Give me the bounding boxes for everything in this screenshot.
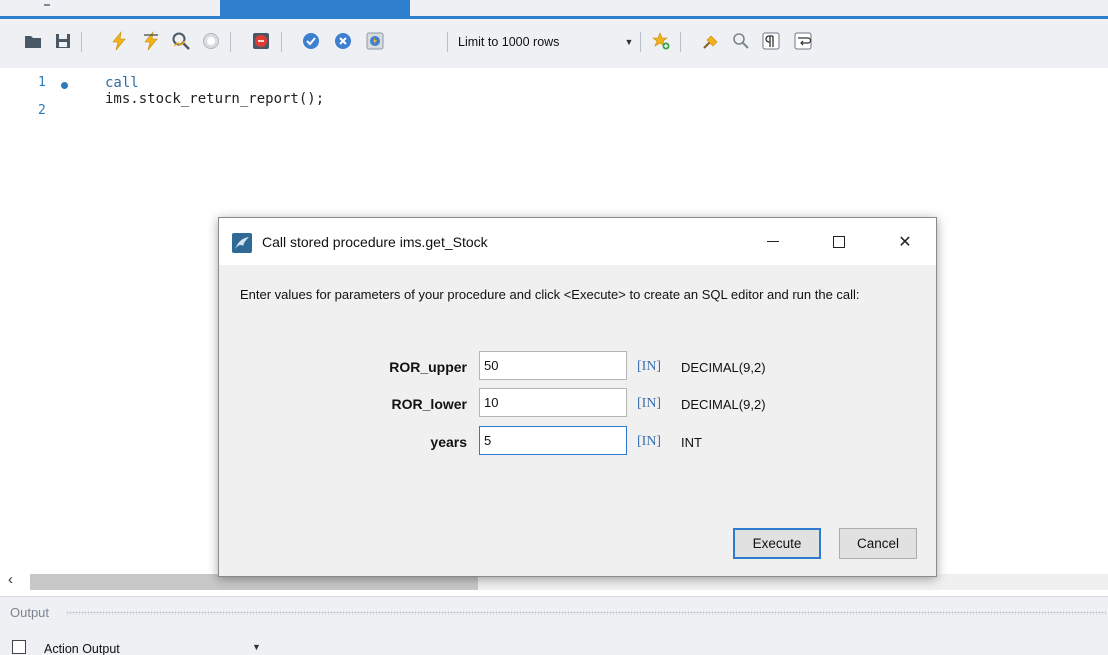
line-number: 1 xyxy=(38,75,46,90)
row-limit-value: Limit to 1000 rows xyxy=(458,35,560,49)
param-direction: [IN] xyxy=(637,359,662,374)
chevron-down-icon: ▼ xyxy=(624,37,634,47)
execute-current-icon[interactable] xyxy=(140,30,162,52)
minimize-icon xyxy=(767,241,779,242)
param-type: DECIMAL(9,2) xyxy=(681,397,766,412)
toolbar-separator xyxy=(640,32,641,52)
open-folder-icon[interactable] xyxy=(22,30,44,52)
chevron-down-icon[interactable]: ▼ xyxy=(252,642,261,652)
close-button[interactable]: ✕ xyxy=(882,218,928,265)
row-limit-select[interactable]: Limit to 1000 rows ▼ xyxy=(458,32,636,52)
toolbar-separator xyxy=(447,32,448,52)
param-input-ror-lower[interactable] xyxy=(479,388,627,417)
rollback-x-icon[interactable] xyxy=(332,30,354,52)
statement-marker-icon xyxy=(61,82,68,89)
dialog-title: Call stored procedure ims.get_Stock xyxy=(262,234,488,250)
active-query-tab[interactable] xyxy=(220,0,410,16)
code-rest: ims.stock_return_report(); xyxy=(105,91,325,107)
maximize-icon xyxy=(833,235,845,248)
output-panel-header: Output xyxy=(0,596,1108,626)
autocommit-toggle-icon[interactable] xyxy=(364,30,386,52)
editor-line: 2 xyxy=(0,100,100,122)
output-type-select[interactable]: Action Output xyxy=(44,642,120,655)
tab-marker xyxy=(44,4,50,6)
execute-button[interactable]: Execute xyxy=(733,528,821,559)
tab-underline xyxy=(0,16,1108,19)
output-title: Output xyxy=(10,605,50,620)
execute-lightning-icon[interactable] xyxy=(108,30,130,52)
stop-hand-icon[interactable] xyxy=(200,30,222,52)
param-label-years: years xyxy=(430,434,467,450)
panel-drag-handle[interactable] xyxy=(66,611,1106,615)
editor-line: 1 call ims.stock_return_report(); xyxy=(0,72,324,107)
output-copy-icon[interactable] xyxy=(12,640,26,654)
param-label-ror-upper: ROR_upper xyxy=(389,359,467,375)
maximize-button[interactable] xyxy=(816,218,862,265)
param-direction: [IN] xyxy=(637,434,662,449)
query-toolbar: Limit to 1000 rows ▼ xyxy=(0,20,1108,68)
param-direction: [IN] xyxy=(637,396,662,411)
param-type: DECIMAL(9,2) xyxy=(681,360,766,375)
toolbar-separator xyxy=(230,32,231,52)
invisible-chars-icon[interactable] xyxy=(760,30,782,52)
add-snippet-star-icon[interactable] xyxy=(650,30,672,52)
dialog-title-bar: Call stored procedure ims.get_Stock ✕ xyxy=(219,218,936,265)
dialog-description: Enter values for parameters of your proc… xyxy=(240,287,860,302)
code-text[interactable]: call ims.stock_return_report(); xyxy=(105,75,324,107)
find-magnifier-icon[interactable] xyxy=(730,30,752,52)
call-procedure-dialog: Call stored procedure ims.get_Stock ✕ En… xyxy=(218,217,937,577)
param-input-ror-upper[interactable] xyxy=(479,351,627,380)
beautify-broom-icon[interactable] xyxy=(700,30,722,52)
stop-on-error-icon[interactable] xyxy=(250,30,272,52)
output-toolbar: Action Output ▼ xyxy=(0,626,1108,655)
cancel-button[interactable]: Cancel xyxy=(839,528,917,559)
commit-check-icon[interactable] xyxy=(300,30,322,52)
line-number: 2 xyxy=(38,103,46,118)
toolbar-separator xyxy=(81,32,82,52)
explain-magnifier-icon[interactable] xyxy=(170,30,192,52)
minimize-button[interactable] xyxy=(750,218,796,265)
close-icon: ✕ xyxy=(898,233,912,251)
workbench-dolphin-icon xyxy=(232,233,252,253)
code-keyword: call xyxy=(105,75,139,91)
toolbar-separator xyxy=(680,32,681,52)
word-wrap-icon[interactable] xyxy=(792,30,814,52)
param-label-ror-lower: ROR_lower xyxy=(391,396,467,412)
param-input-years[interactable] xyxy=(479,426,627,455)
save-icon[interactable] xyxy=(52,30,74,52)
param-type: INT xyxy=(681,435,702,450)
editor-tab-strip xyxy=(0,0,1108,20)
scroll-left-arrow-icon[interactable]: ‹ xyxy=(8,571,13,588)
toolbar-separator xyxy=(281,32,282,52)
